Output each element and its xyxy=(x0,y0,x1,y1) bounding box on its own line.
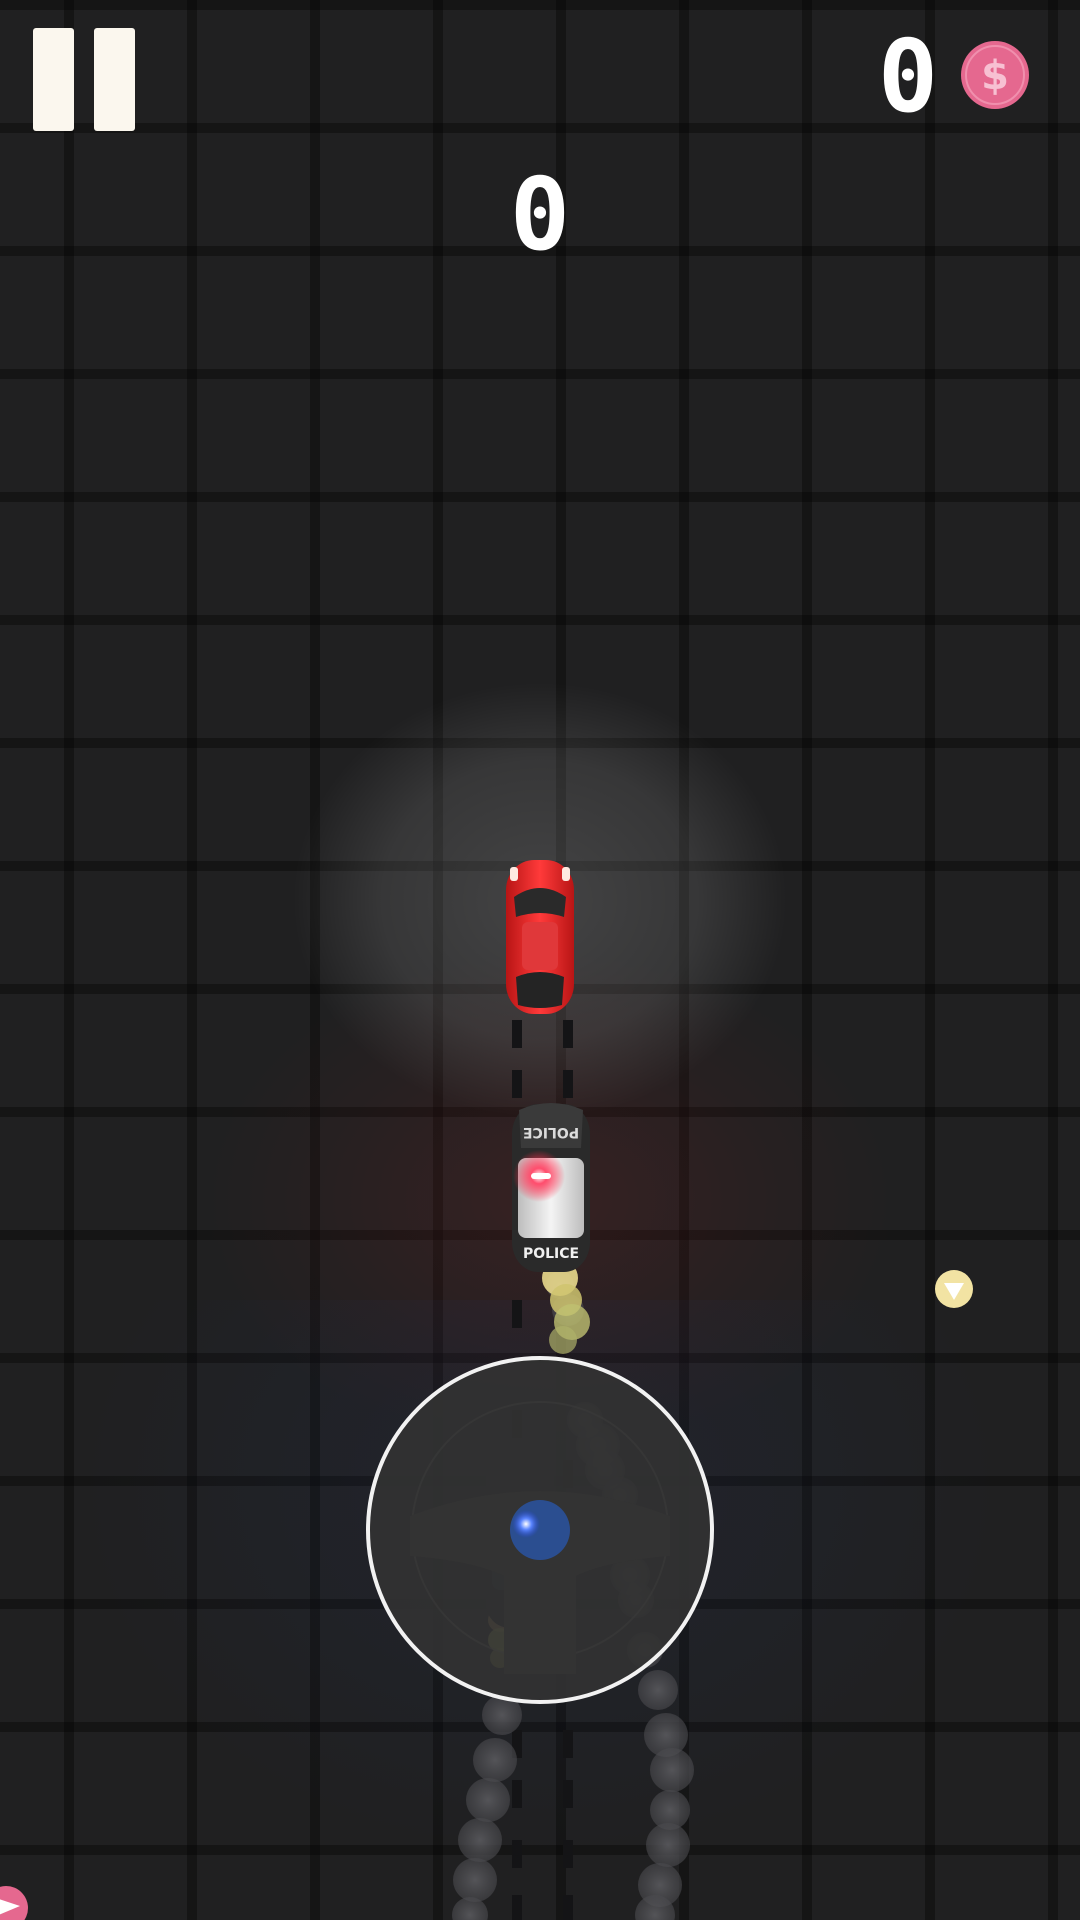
game-stage: POLICE POLICE 0 0 $ xyxy=(0,0,1080,1920)
player-red-car xyxy=(506,860,574,1014)
score-counter: 0 xyxy=(509,156,571,273)
police-car: POLICE POLICE xyxy=(512,1103,590,1272)
svg-text:$: $ xyxy=(981,53,1009,99)
pickup-token-edge xyxy=(0,1886,28,1920)
pause-icon-bar-right xyxy=(94,28,135,131)
svg-text:POLICE: POLICE xyxy=(523,1124,579,1140)
pickup-token xyxy=(935,1270,973,1308)
coin-counter: 0 xyxy=(877,18,939,135)
pause-button[interactable] xyxy=(30,25,140,135)
steering-wheel-icon[interactable] xyxy=(366,1356,714,1704)
pause-icon-bar-left xyxy=(33,28,74,131)
svg-text:POLICE: POLICE xyxy=(523,1246,579,1262)
dollar-coin-icon: $ xyxy=(961,41,1029,109)
